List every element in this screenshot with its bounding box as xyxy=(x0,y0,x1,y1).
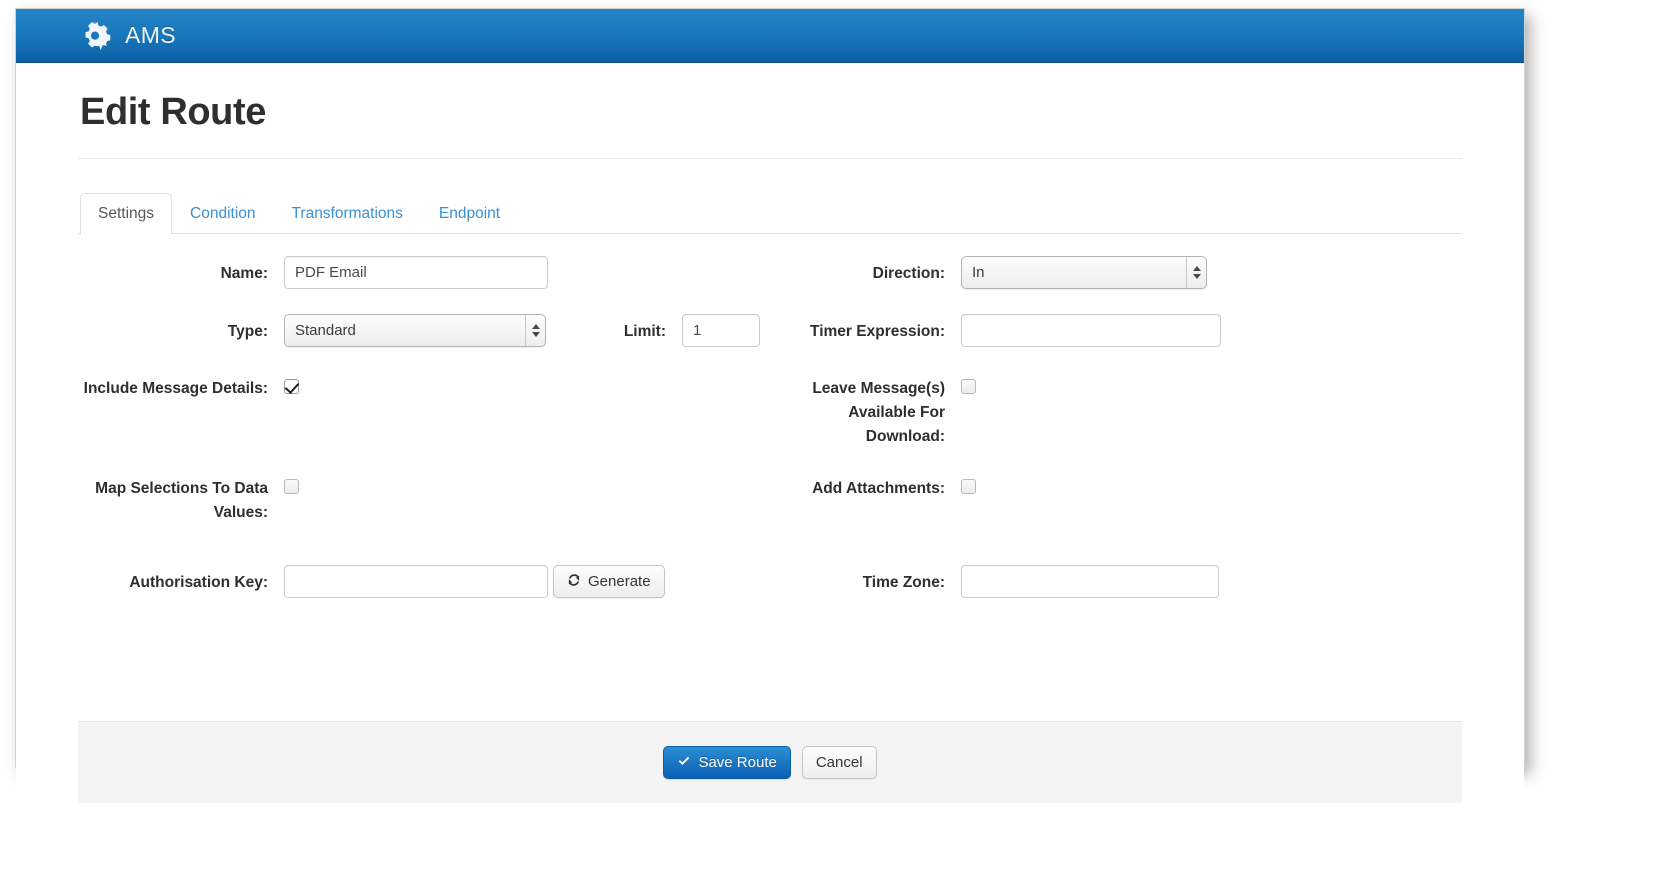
time-zone-input[interactable] xyxy=(961,565,1219,598)
brand-title[interactable]: AMS xyxy=(125,22,176,49)
app-window: AMS Edit Route Settings Condition Transf… xyxy=(15,8,1525,803)
type-select[interactable]: Standard xyxy=(284,314,546,347)
limit-label: Limit: xyxy=(623,323,666,340)
map-selections-checkbox[interactable] xyxy=(284,479,299,494)
tab-settings[interactable]: Settings xyxy=(80,193,173,234)
select-arrows-icon xyxy=(525,315,545,346)
settings-form: Name: Direction: In xyxy=(78,256,1462,598)
direction-label: Direction: xyxy=(872,265,945,282)
gear-icon xyxy=(78,19,112,53)
navbar: AMS xyxy=(16,9,1524,63)
form-row-message-options: Include Message Details: Leave Message(s… xyxy=(78,375,1462,449)
form-group-type-limit: Type: Standard Limit: xyxy=(78,314,770,347)
page-content: Edit Route Settings Condition Transforma… xyxy=(16,91,1524,803)
form-row-mapping-options: Map Selections To Data Values: Add Attac… xyxy=(78,475,1462,525)
generate-control: Generate xyxy=(548,565,665,598)
timer-expression-label: Timer Expression: xyxy=(810,323,945,340)
cancel-button[interactable]: Cancel xyxy=(801,746,877,779)
form-group-timer: Timer Expression: xyxy=(770,314,1462,347)
form-group-time-zone: Time Zone: xyxy=(770,565,1462,598)
leave-messages-checkbox[interactable] xyxy=(961,379,976,394)
limit-control xyxy=(666,314,760,347)
tab-transformations[interactable]: Transformations xyxy=(274,193,421,234)
form-group-name: Name: xyxy=(78,256,770,289)
refresh-icon xyxy=(567,573,581,591)
form-group-add-attachments: Add Attachments: xyxy=(770,475,1462,525)
type-control: Standard xyxy=(268,314,546,347)
save-route-button-label: Save Route xyxy=(698,754,777,771)
map-selections-label: Map Selections To Data Values: xyxy=(95,480,268,521)
authorisation-key-label: Authorisation Key: xyxy=(129,574,268,591)
generate-button-label: Generate xyxy=(588,573,651,590)
name-input[interactable] xyxy=(284,256,548,289)
add-attachments-checkbox[interactable] xyxy=(961,479,976,494)
form-footer: Save Route Cancel xyxy=(78,721,1462,803)
time-zone-label: Time Zone: xyxy=(862,574,945,591)
form-group-direction: Direction: In xyxy=(770,256,1462,289)
timer-expression-input[interactable] xyxy=(961,314,1221,347)
form-row-type-limit-timer: Type: Standard Limit: 1 Timer Expression… xyxy=(78,314,1462,347)
direction-select[interactable]: In xyxy=(961,256,1207,289)
form-group-map-selections: Map Selections To Data Values: xyxy=(78,475,770,525)
type-label: Type: xyxy=(227,323,268,340)
add-attachments-label: Add Attachments: xyxy=(812,480,945,497)
leave-messages-label: Leave Message(s) Available For Download: xyxy=(812,380,945,445)
tab-bar: Settings Condition Transformations Endpo… xyxy=(78,193,1462,234)
limit-input[interactable] xyxy=(682,314,760,347)
add-attachments-control xyxy=(945,475,976,525)
check-icon xyxy=(677,754,691,772)
title-divider xyxy=(78,158,1462,159)
time-zone-control xyxy=(945,565,1219,598)
direction-control: In xyxy=(945,256,1207,289)
name-label: Name: xyxy=(220,265,268,282)
page-title: Edit Route xyxy=(80,91,266,133)
tab-endpoint[interactable]: Endpoint xyxy=(421,193,518,234)
include-message-details-label: Include Message Details: xyxy=(83,380,268,397)
generate-button[interactable]: Generate xyxy=(553,565,665,598)
form-group-include-details: Include Message Details: xyxy=(78,375,770,449)
save-route-button[interactable]: Save Route xyxy=(663,746,791,779)
form-group-authorisation-key: Authorisation Key: Generate xyxy=(78,565,770,598)
authorisation-key-control xyxy=(268,565,548,598)
authorisation-key-input[interactable] xyxy=(284,565,548,598)
map-selections-control xyxy=(268,475,299,525)
include-message-details-checkbox[interactable] xyxy=(284,379,299,394)
tab-condition[interactable]: Condition xyxy=(172,193,274,234)
form-group-leave-messages: Leave Message(s) Available For Download: xyxy=(770,375,1462,449)
type-select-value: Standard xyxy=(295,322,356,339)
direction-select-value: In xyxy=(972,264,985,281)
form-row-auth-timezone: Authorisation Key: Generate Time Zone: xyxy=(78,565,1462,598)
cancel-button-label: Cancel xyxy=(815,754,863,771)
name-control xyxy=(268,256,548,289)
leave-messages-control xyxy=(945,375,976,449)
timer-expression-control xyxy=(945,314,1221,347)
include-message-details-control xyxy=(268,375,299,449)
select-arrows-icon xyxy=(1186,257,1206,288)
form-row-name-direction: Name: Direction: In xyxy=(78,256,1462,289)
